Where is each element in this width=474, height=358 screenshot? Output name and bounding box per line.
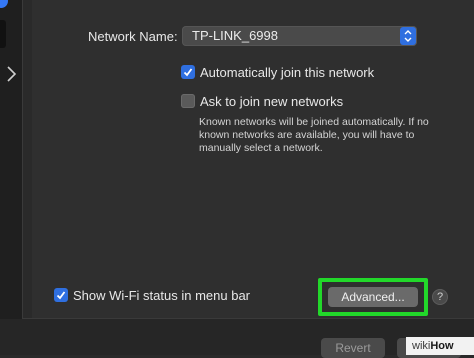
revert-button[interactable]: Revert [321,338,385,358]
auto-join-label: Automatically join this network [200,65,375,80]
ask-join-checkbox[interactable] [181,94,195,108]
watermark-how: How [430,340,454,352]
sidebar-item-fragment [0,20,6,48]
sidebar-edge [0,0,23,320]
help-button[interactable]: ? [432,289,448,305]
show-wifi-status-label: Show Wi-Fi status in menu bar [73,288,251,303]
network-name-value: TP-LINK_6998 [192,28,278,43]
wifi-settings-panel [32,0,474,318]
checkmark-icon [56,291,66,300]
watermark-wiki: wiki [412,340,431,352]
network-name-select[interactable]: TP-LINK_6998 [182,26,417,46]
network-name-label: Network Name: [88,29,178,44]
select-stepper-icon [400,27,416,45]
ask-join-label: Ask to join new networks [200,94,344,109]
status-dot-icon [0,0,8,8]
show-wifi-status-checkbox[interactable] [54,288,68,302]
checkmark-icon [183,68,193,77]
auto-join-checkbox[interactable] [181,65,195,79]
ask-join-note: Known networks will be joined automatica… [199,116,429,154]
advanced-button[interactable]: Advanced... [328,287,418,307]
wikihow-watermark: wikiHow [406,337,474,355]
chevron-right-icon[interactable] [4,64,18,84]
